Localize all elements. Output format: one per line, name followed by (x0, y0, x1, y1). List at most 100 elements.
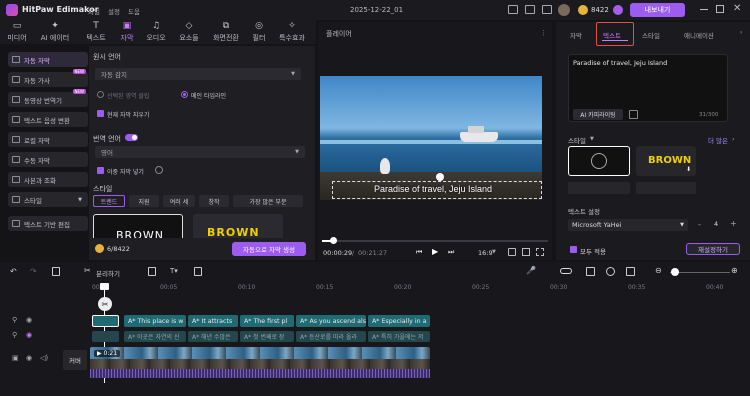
fit-icon[interactable] (626, 267, 635, 276)
font-size-value[interactable]: 4 (714, 220, 718, 228)
style-tab-multi[interactable]: 여러 세 (163, 195, 195, 207)
reset-button[interactable]: 재설정하기 (686, 243, 740, 255)
font-select[interactable]: Microsoft YaHei ▼ (568, 219, 688, 231)
translation-clip[interactable]: A* 등산로를 따라 올라 (296, 331, 366, 342)
style-none-option[interactable] (568, 146, 630, 176)
tool-audio[interactable]: ♫ 오디오 (142, 20, 170, 44)
radio-main-timeline[interactable] (181, 91, 188, 98)
more-icon[interactable]: ⋮ (540, 29, 547, 37)
lock-icon[interactable]: ▣ (12, 354, 19, 362)
link-icon[interactable] (560, 268, 572, 274)
split-scissors-icon[interactable]: ✂ (98, 297, 112, 311)
fullscreen-icon[interactable] (536, 248, 544, 256)
menu-settings[interactable]: 설정 (108, 6, 120, 16)
text-tool-icon[interactable]: T▾ (170, 267, 178, 275)
translate-language-select[interactable]: 영어 ▼ (95, 146, 305, 158)
video-clip[interactable]: ▶ 0:21 (90, 347, 430, 369)
play-icon[interactable]: ▶ (432, 247, 438, 256)
text-list-icon[interactable] (629, 110, 638, 119)
tab-subtitle[interactable]: 자막 (570, 30, 582, 40)
monitor-icon[interactable] (542, 5, 552, 14)
subtitle-text-overlay[interactable]: Paradise of travel, Jeju Island (374, 184, 492, 194)
subtitle-clip[interactable]: A* The first pl (240, 315, 294, 327)
tab-animation[interactable]: 애니메이션 (684, 30, 714, 40)
progress-track[interactable] (322, 240, 548, 242)
more-styles-link[interactable]: 더 많은 (708, 135, 728, 145)
marker-icon[interactable] (606, 267, 615, 276)
tool-text[interactable]: T 텍스트 (82, 20, 110, 44)
clear-subtitle-checkbox[interactable] (97, 110, 104, 117)
text-input-area[interactable]: Paradise of travel, Jeju Island AI 카피라이팅… (568, 54, 728, 122)
style-tab-support[interactable]: 지원 (129, 195, 159, 207)
apply-all-checkbox[interactable] (570, 246, 577, 253)
snapshot-icon[interactable] (508, 248, 516, 256)
tool-filter[interactable]: ◎ 필터 (248, 20, 270, 44)
style-option-3[interactable] (568, 182, 630, 194)
rotate-handle-icon[interactable] (436, 173, 444, 181)
tool-subtitle[interactable]: ▣ 자막 (116, 20, 138, 44)
scissors-icon[interactable]: ✂ (84, 266, 91, 275)
translation-clip[interactable]: A* 특히 가을에는 저 (368, 331, 430, 342)
sidebar-item-style[interactable]: 스타일 ▼ (8, 192, 88, 207)
zoom-out-icon[interactable]: ⊖ (655, 266, 662, 275)
sidebar-item-transcript[interactable]: 사본과 조화 (8, 172, 88, 187)
eye-icon[interactable]: ◉ (26, 316, 32, 324)
sidebar-item-manual-subtitle[interactable]: 수동 자막 (8, 152, 88, 167)
radio-selected-clip[interactable] (97, 91, 104, 98)
tool-ai[interactable]: ✦ AI 에이터 (36, 20, 74, 44)
tab-style[interactable]: 스타일 (642, 30, 660, 40)
translation-clip[interactable]: A* 해년 수많은 (188, 331, 238, 342)
close-icon[interactable]: ✕ (733, 3, 741, 14)
zoom-in-icon[interactable]: ⊕ (731, 266, 738, 275)
track-icon[interactable] (194, 267, 202, 276)
ai-copywriting-button[interactable]: AI 카피라이팅 (573, 109, 623, 120)
redo-icon[interactable]: ↷ (30, 267, 37, 276)
cover-button[interactable]: 커버 (63, 350, 87, 370)
export-button[interactable]: 내보내기 (630, 3, 685, 17)
audio-waveform[interactable] (90, 369, 430, 378)
download-icon[interactable]: ⬇ (686, 166, 691, 173)
tool-transition[interactable]: ⧉ 화면전환 (208, 20, 244, 44)
undo-icon[interactable]: ↶ (10, 267, 17, 276)
zoom-slider[interactable] (670, 272, 730, 273)
tool-effects[interactable]: ✧ 특수효과 (274, 20, 310, 44)
minimize-icon[interactable] (700, 9, 708, 10)
tab-text[interactable]: 텍스트 (603, 30, 621, 40)
tool-media[interactable]: ▭ 미디어 (4, 20, 30, 44)
subtitle-clip[interactable]: A* As you ascend als (296, 315, 366, 327)
translation-clip[interactable]: A* 이곳은 자연의 신 (124, 331, 186, 342)
style-tab-creative[interactable]: 창작 (199, 195, 229, 207)
split-label[interactable]: 분리하기 (96, 268, 120, 278)
delete-icon[interactable] (52, 267, 60, 276)
zoom-slider-handle[interactable] (671, 268, 679, 276)
sidebar-item-local-subtitle[interactable]: 로컬 자막 (8, 132, 88, 147)
generate-subtitle-button[interactable]: 자동으로 자막 생성 (232, 242, 306, 256)
next-frame-icon[interactable]: ⏭ (448, 248, 454, 257)
mail-icon[interactable] (508, 5, 518, 14)
microphone-icon[interactable]: 🎤 (526, 266, 536, 275)
eye-icon[interactable]: ◉ (26, 331, 32, 339)
aspect-ratio-select[interactable]: 16:9 (478, 249, 493, 257)
info-icon[interactable] (155, 166, 163, 174)
menu-file[interactable]: 파일 (88, 6, 100, 16)
sidebar-item-video-translator[interactable]: 동영상 번역기 NEW (8, 89, 88, 107)
maximize-icon[interactable] (716, 5, 724, 13)
crop-icon[interactable] (148, 267, 156, 276)
subtitle-clip[interactable]: A* It attracts (188, 315, 238, 327)
menu-help[interactable]: 도움 (128, 6, 140, 16)
style-tab-trend[interactable]: 트렌드 (93, 195, 125, 207)
snap-icon[interactable] (586, 267, 595, 276)
progress-handle[interactable] (330, 237, 337, 244)
sidebar-item-text-edit[interactable]: 텍스트 기반 편집 (8, 216, 88, 231)
tool-elements[interactable]: ◇ 요소들 (175, 20, 203, 44)
translation-clip[interactable] (92, 331, 119, 342)
playhead-handle[interactable] (100, 283, 109, 290)
style-option-4[interactable] (636, 182, 696, 194)
style-brown-option[interactable]: BROWN ⬇ (636, 146, 696, 176)
translate-toggle[interactable] (125, 134, 138, 141)
volume-icon[interactable]: ◁) (40, 354, 48, 362)
sidebar-item-auto-subtitle[interactable]: 자동 자막 (8, 52, 88, 67)
avatar[interactable] (558, 4, 570, 16)
sidebar-item-auto-lyrics[interactable]: 자동 가사 NEW (8, 69, 88, 87)
dual-subtitle-checkbox[interactable] (97, 167, 104, 174)
